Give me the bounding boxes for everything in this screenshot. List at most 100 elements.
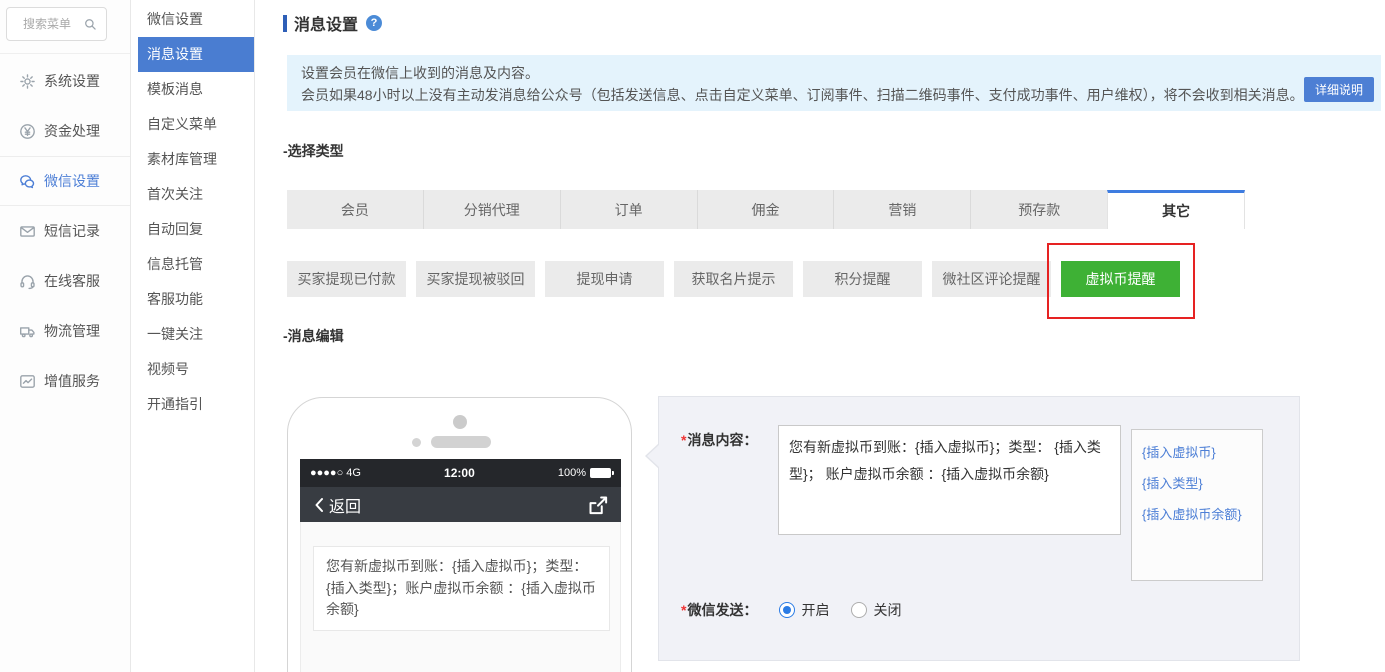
message-content-label: *消息内容： [681,432,758,448]
token-list: {插入虚拟币} {插入类型} {插入虚拟币余额} [1131,429,1263,581]
submenu-item-weixin-settings[interactable]: 微信设置 [132,2,254,37]
main-content: 消息设置 ? 设置会员在微信上收到的消息及内容。 会员如果48小时以上没有主动发… [256,0,1385,672]
submenu-item-template-message[interactable]: 模板消息 [132,72,254,107]
search-icon [85,19,96,30]
share-icon[interactable] [587,495,609,515]
radio-off-label: 关闭 [873,602,902,618]
submenu-item-custom-menu[interactable]: 自定义菜单 [132,107,254,142]
truck-icon [19,323,36,340]
primary-nav: 系统设置 资金处理 微信设置 短信记录 在线客服 物流管理 增值服务 [0,56,130,406]
search-box[interactable] [6,7,107,41]
token-insert-virtual-currency[interactable]: {插入虚拟币} [1142,442,1252,461]
phone-sensor-dot [412,438,421,447]
secondary-nav: 微信设置 消息设置 模板消息 自定义菜单 素材库管理 首次关注 自动回复 信息托… [132,0,254,422]
tab-commission[interactable]: 佣金 [696,190,834,229]
phone-screen: ●●●●○ 4G 12:00 100% 返回 您有新虚拟币到账：{插入虚拟币}；… [300,459,621,672]
sidebar-item-online-service[interactable]: 在线客服 [0,256,130,306]
token-insert-balance[interactable]: {插入虚拟币余额} [1142,504,1252,523]
submenu-item-auto-reply[interactable]: 自动回复 [132,212,254,247]
title-accent-bar [283,14,287,32]
status-time: 12:00 [444,466,475,480]
type-tabs: 会员 分销代理 订单 佣金 营销 预存款 其它 [287,190,1246,229]
message-edit-panel: *消息内容： 您有新虚拟币到账：{插入虚拟币}；类型： {插入类型}； 账户虚拟… [645,396,1300,661]
sidebar-item-label: 系统设置 [44,73,100,89]
app-root: 系统设置 资金处理 微信设置 短信记录 [0,0,1385,672]
sidebar-item-system-settings[interactable]: 系统设置 [0,56,130,106]
sidebar-item-wechat-settings[interactable]: 微信设置 [0,156,130,206]
detail-button[interactable]: 详细说明 [1303,77,1374,102]
sidebar-item-label: 资金处理 [44,123,100,139]
tab-member[interactable]: 会员 [287,190,423,229]
sidebar-item-sms-records[interactable]: 短信记录 [0,206,130,256]
sidebar-item-label: 物流管理 [44,323,100,339]
secondary-sidebar: 微信设置 消息设置 模板消息 自定义菜单 素材库管理 首次关注 自动回复 信息托… [132,0,255,672]
radio-off-circle[interactable] [851,602,868,618]
radio-on-label: 开启 [801,602,830,618]
back-chevron-icon [315,497,323,512]
subbtn-virtual-currency-reminder[interactable]: 虚拟币提醒 [1061,261,1180,297]
help-icon[interactable]: ? [366,15,383,31]
tab-marketing[interactable]: 营销 [833,190,971,229]
yuan-icon [19,123,36,140]
submenu-item-material-library[interactable]: 素材库管理 [132,142,254,177]
sidebar-item-value-added[interactable]: 增值服务 [0,356,130,406]
headset-icon [19,273,36,290]
subbtn-community-comment-reminder[interactable]: 微社区评论提醒 [932,261,1051,297]
select-type-label: -选择类型 [283,143,344,159]
phone-speaker [431,436,491,448]
page-title: 消息设置 [294,17,359,34]
subbtn-withdraw-apply[interactable]: 提现申请 [545,261,664,297]
notice-line1: 设置会员在微信上收到的消息及内容。 [301,65,539,81]
subbtn-withdraw-rejected[interactable]: 买家提现被驳回 [416,261,535,297]
radio-on-circle[interactable] [779,602,796,618]
subbtn-points-reminder[interactable]: 积分提醒 [803,261,922,297]
gear-icon [19,73,36,90]
wechat-send-row: *微信发送： 开启 关闭 [681,600,901,620]
submenu-item-service-features[interactable]: 客服功能 [132,282,254,317]
submenu-item-video-account[interactable]: 视频号 [132,352,254,387]
phone-content-area: 您有新虚拟币到账：{插入虚拟币}；类型：{插入类型}；账户虚拟币余额 ：{插入虚… [300,522,621,672]
tab-distribution[interactable]: 分销代理 [422,190,560,229]
tab-deposit[interactable]: 预存款 [970,190,1108,229]
token-insert-type[interactable]: {插入类型} [1142,473,1252,492]
phone-mockup: ●●●●○ 4G 12:00 100% 返回 您有新虚拟币到账：{插入虚拟币}；… [287,397,632,672]
phone-status-bar: ●●●●○ 4G 12:00 100% [300,459,621,487]
sidebar-item-label: 短信记录 [44,223,100,239]
message-type-buttons: 买家提现已付款 买家提现被驳回 提现申请 获取名片提示 积分提醒 微社区评论提醒… [287,261,1180,297]
submenu-item-first-follow[interactable]: 首次关注 [132,177,254,212]
sidebar-item-logistics[interactable]: 物流管理 [0,306,130,356]
notice-line2: 会员如果48小时以上没有主动发消息给公众号（包括发送信息、点击自定义菜单、订阅事… [301,87,1304,103]
sidebar-item-funds[interactable]: 资金处理 [0,106,130,156]
back-button[interactable]: 返回 [312,493,361,517]
wechat-send-label: *微信发送： [681,602,758,618]
submenu-item-message-settings[interactable]: 消息设置 [138,37,254,72]
radio-off[interactable]: 关闭 [851,600,901,620]
phone-camera-dot [453,415,467,429]
submenu-item-info-hosting[interactable]: 信息托管 [132,247,254,282]
notice-banner: 设置会员在微信上收到的消息及内容。 会员如果48小时以上没有主动发消息给公众号（… [287,55,1381,111]
subbtn-business-card-tip[interactable]: 获取名片提示 [674,261,793,297]
back-label: 返回 [329,498,362,516]
envelope-icon [19,223,36,240]
radio-on[interactable]: 开启 [779,600,829,620]
sidebar-item-label: 在线客服 [44,273,100,289]
signal-indicator: ●●●●○ 4G [310,467,361,479]
required-asterisk: * [681,432,687,448]
phone-message-bubble: 您有新虚拟币到账：{插入虚拟币}；类型：{插入类型}；账户虚拟币余额 ：{插入虚… [313,546,610,632]
tab-other[interactable]: 其它 [1107,190,1246,229]
battery-icon [590,468,614,478]
wechat-icon [19,173,36,190]
primary-sidebar: 系统设置 资金处理 微信设置 短信记录 [0,0,131,672]
tab-order[interactable]: 订单 [559,190,697,229]
submenu-item-one-key-follow[interactable]: 一键关注 [132,317,254,352]
battery-percent: 100% [557,467,586,479]
search-area [0,0,130,54]
subbtn-withdraw-paid[interactable]: 买家提现已付款 [287,261,406,297]
message-content-textarea[interactable]: 您有新虚拟币到账：{插入虚拟币}；类型： {插入类型}； 账户虚拟币余额 ：{插… [778,425,1121,535]
chart-icon [19,373,36,390]
sidebar-item-label: 微信设置 [44,173,100,189]
required-asterisk: * [681,602,687,618]
phone-nav-bar: 返回 [300,487,621,522]
submenu-item-activation-guide[interactable]: 开通指引 [132,387,254,422]
sidebar-item-label: 增值服务 [44,373,100,389]
